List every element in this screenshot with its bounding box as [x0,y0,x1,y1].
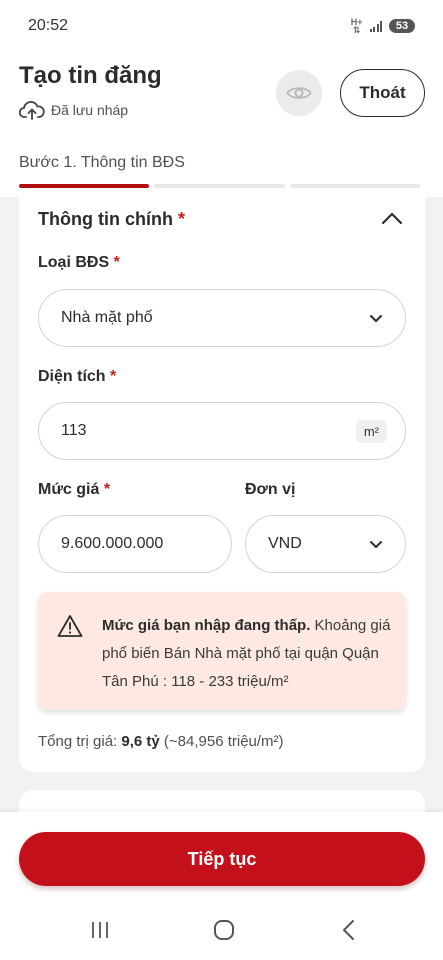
total-value: Tổng trị giá: 9,6 tỷ (~84,956 triệu/m²) [38,733,284,750]
area-value: 113 [61,422,87,439]
unit-label: Đơn vị [245,481,296,498]
unit-select[interactable]: VND [245,515,406,573]
property-type-value: Nhà mặt phố [61,309,153,326]
area-label: Diện tích * [38,368,117,385]
status-icons: H+ ⇅ 53 [350,17,415,35]
chevron-down-icon [370,314,382,322]
preview-button[interactable] [276,70,322,116]
step-progress-bar [19,184,420,188]
progress-step-1 [19,184,150,188]
property-type-label: Loại BĐS * [38,254,120,271]
warning-triangle-icon [57,615,83,637]
cloud-upload-icon [19,101,45,120]
area-input[interactable]: 113 m² [38,402,406,460]
system-nav-bar [0,902,443,960]
area-unit-badge: m² [355,419,387,443]
progress-step-3 [289,184,420,188]
recents-icon[interactable] [90,918,110,942]
step-label: Bước 1. Thông tin BĐS [19,154,185,171]
continue-button[interactable]: Tiếp tục [19,832,425,886]
exit-button[interactable]: Thoát [340,69,425,117]
price-value: 9.600.000.000 [61,535,164,552]
page-title: Tạo tin đăng [19,62,162,89]
battery-icon: 53 [389,19,415,33]
header: Tạo tin đăng Đã lưu nháp Thoát Bước 1. T… [0,52,443,197]
back-icon[interactable] [339,918,359,942]
save-status-label: Đã lưu nháp [51,102,129,118]
status-bar: 20:52 H+ ⇅ 53 [0,0,443,52]
progress-step-2 [154,184,285,188]
network-type-icon: H+ ⇅ [350,17,363,35]
unit-value: VND [268,535,302,552]
eye-icon [286,87,312,99]
chevron-up-icon[interactable] [381,211,403,225]
main-info-card: Thông tin chính * Loại BĐS * Nhà mặt phố… [19,197,425,772]
price-warning: Mức giá bạn nhập đang thấp. Khoảng giá p… [38,592,406,710]
save-status: Đã lưu nháp [19,100,128,120]
price-input[interactable]: 9.600.000.000 [38,515,232,573]
status-time: 20:52 [28,17,69,34]
chevron-down-icon [370,540,382,548]
home-icon[interactable] [212,918,236,942]
bottom-action-bar: Tiếp tục [0,812,443,902]
property-type-select[interactable]: Nhà mặt phố [38,289,406,347]
section-title: Thông tin chính * [38,209,185,229]
warning-text: Mức giá bạn nhập đang thấp. Khoảng giá p… [102,617,391,690]
signal-icon [369,20,382,32]
price-label: Mức giá * [38,481,111,498]
